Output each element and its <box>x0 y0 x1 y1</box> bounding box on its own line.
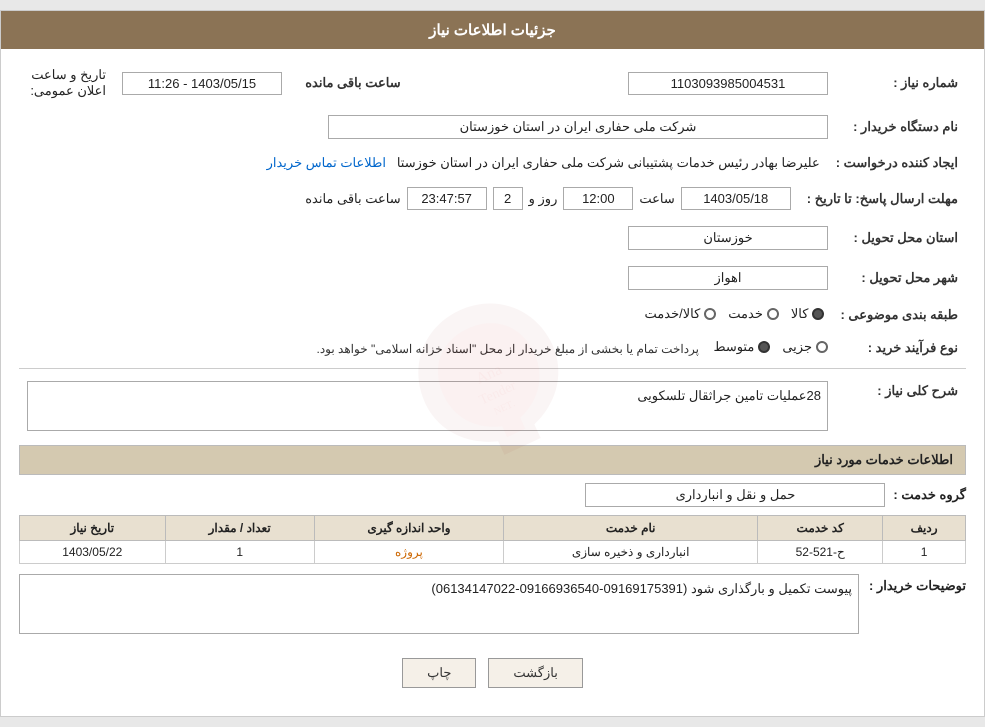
saaat-value: 12:00 <box>563 187 633 210</box>
tarikh-elaan-value: 1403/05/15 - 11:26 <box>122 72 282 95</box>
tabaqe-kala-khedmat-radio <box>704 308 716 320</box>
tabaqe-options: کالا خدمت کالا/خدمت <box>645 306 825 322</box>
back-button[interactable]: بازگشت <box>488 658 582 688</box>
table-header: ردیف کد خدمت نام خدمت واحد اندازه گیری ت… <box>20 516 966 541</box>
service-table: ردیف کد خدمت نام خدمت واحد اندازه گیری ت… <box>19 515 966 564</box>
ostan-row: استان محل تحویل : خوزستان <box>19 222 966 254</box>
buyer-notes-value: پیوست تکمیل و بارگذاری شود (09169175391-… <box>19 574 859 634</box>
nooe-jozei: جزیی <box>782 339 828 355</box>
tabaqe-kala-label: کالا <box>791 306 809 322</box>
nooe-motavasset-label: متوسط <box>713 339 754 355</box>
sharh-label: شرح کلی نیاز : <box>836 377 966 435</box>
nooe-motavasset-radio <box>758 341 770 353</box>
service-table-container: ردیف کد خدمت نام خدمت واحد اندازه گیری ت… <box>19 515 966 564</box>
nooe-label: نوع فرآیند خرید : <box>836 335 966 360</box>
ejad-label: ایجاد کننده درخواست : <box>828 151 966 175</box>
page-title: جزئیات اطلاعات نیاز <box>429 22 556 39</box>
nooe-motavasset: متوسط <box>713 339 770 355</box>
dastgah-value: شرکت ملی حفاری ایران در استان خوزستان <box>328 115 828 139</box>
rooz-value: 2 <box>493 187 523 210</box>
tabaqe-kala-radio <box>812 308 824 320</box>
dastgah-label: نام دستگاه خریدار : <box>836 111 966 143</box>
footer-buttons: بازگشت چاپ <box>19 644 966 702</box>
row-kod: ح-521-52 <box>758 541 883 564</box>
ejad-value: علیرضا بهادر رئیس خدمات پشتیبانی شرکت مل… <box>397 155 820 170</box>
content-area: Ana Tender .NET شماره نیاز : 11030939850… <box>1 49 984 716</box>
dastgah-row: نام دستگاه خریدار : شرکت ملی حفاری ایران… <box>19 111 966 143</box>
service-info-title: اطلاعات خدمات مورد نیاز <box>19 445 966 475</box>
tabaqe-kala-khedmat: کالا/خدمت <box>645 306 717 322</box>
col-name: نام خدمت <box>504 516 758 541</box>
row-name: انبارداری و ذخیره سازی <box>504 541 758 564</box>
mohlat-label: مهلت ارسال پاسخ: تا تاریخ : <box>799 183 966 214</box>
tabaqe-kala: کالا <box>791 306 825 322</box>
countdown-value: 23:47:57 <box>407 187 487 210</box>
tarikh-elaan-label: تاریخ و ساعت اعلان عمومی: <box>19 63 114 103</box>
sharh-value: 28عملیات تامین جراثقال تلسکویی <box>27 381 828 431</box>
print-button[interactable]: چاپ <box>402 658 476 688</box>
shahr-value: اهواز <box>628 266 828 290</box>
table-row: 1 ح-521-52 انبارداری و ذخیره سازی پروژه … <box>20 541 966 564</box>
page-header: جزئیات اطلاعات نیاز <box>1 11 984 49</box>
group-value: حمل و نقل و انبارداری <box>585 483 885 507</box>
ejad-row: ایجاد کننده درخواست : علیرضا بهادر رئیس … <box>19 151 966 175</box>
nooe-jozei-label: جزیی <box>782 339 812 355</box>
table-body: 1 ح-521-52 انبارداری و ذخیره سازی پروژه … <box>20 541 966 564</box>
nooe-options: جزیی متوسط <box>713 339 828 355</box>
mohlat-date-value: 1403/05/18 <box>681 187 791 210</box>
col-radif: ردیف <box>883 516 966 541</box>
sharh-row: شرح کلی نیاز : 28عملیات تامین جراثقال تل… <box>19 377 966 435</box>
nooe-notice: پرداخت تمام یا بخشی از مبلغ خریدار از مح… <box>317 342 700 356</box>
shahr-label: شهر محل تحویل : <box>836 262 966 294</box>
row-radif: 1 <box>883 541 966 564</box>
nooe-row: نوع فرآیند خرید : جزیی متوسط پرداخت <box>19 335 966 360</box>
tabaqe-khedmat: خدمت <box>728 306 779 322</box>
row-count: 1 <box>165 541 314 564</box>
ejad-link[interactable]: اطلاعات تماس خریدار <box>267 155 386 170</box>
col-count: تعداد / مقدار <box>165 516 314 541</box>
row-date: 1403/05/22 <box>20 541 166 564</box>
rooz-label: روز و <box>529 191 558 207</box>
tabaqe-kala-khedmat-label: کالا/خدمت <box>645 306 701 322</box>
niaz-number-row: شماره نیاز : 1103093985004531 ساعت باقی … <box>19 63 966 103</box>
shahr-row: شهر محل تحویل : اهواز <box>19 262 966 294</box>
shomara-niaz-value: 1103093985004531 <box>628 72 828 95</box>
row-unit[interactable]: پروژه <box>314 541 503 564</box>
buyer-notes-section: توضیحات خریدار : پیوست تکمیل و بارگذاری … <box>19 574 966 634</box>
buyer-notes-label: توضیحات خریدار : <box>869 574 966 594</box>
ostan-label: استان محل تحویل : <box>836 222 966 254</box>
tarikh-label: ساعت باقی مانده <box>290 63 420 103</box>
ostan-value: خوزستان <box>628 226 828 250</box>
countdown-suffix: ساعت باقی مانده <box>305 191 400 207</box>
tabaqe-row: طبقه بندی موضوعی : کالا خدمت <box>19 302 966 327</box>
tabaqe-label: طبقه بندی موضوعی : <box>832 302 966 327</box>
group-label: گروه خدمت : <box>893 487 966 503</box>
tabaqe-khedmat-label: خدمت <box>728 306 763 322</box>
col-kod: کد خدمت <box>758 516 883 541</box>
saaat-label: ساعت <box>639 191 674 207</box>
tabaqe-khedmat-radio <box>767 308 779 320</box>
col-unit: واحد اندازه گیری <box>314 516 503 541</box>
group-row: گروه خدمت : حمل و نقل و انبارداری <box>19 483 966 507</box>
nooe-jozei-radio <box>816 341 828 353</box>
mohlat-row: مهلت ارسال پاسخ: تا تاریخ : 1403/05/18 س… <box>19 183 966 214</box>
col-date: تاریخ نیاز <box>20 516 166 541</box>
shomara-niaz-label: شماره نیاز : <box>836 63 966 103</box>
